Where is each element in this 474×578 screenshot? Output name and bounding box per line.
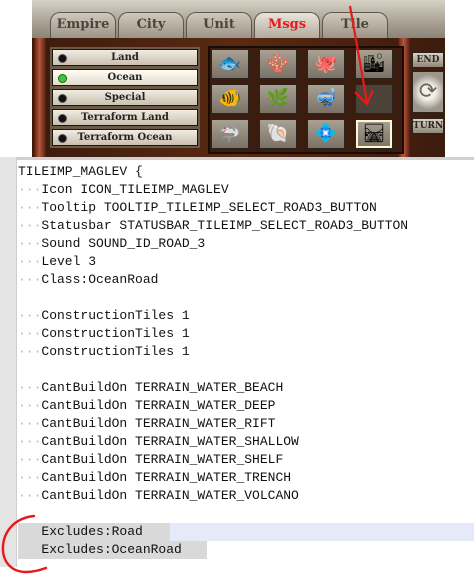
code-line: ···CantBuildOn TERRAIN_WATER_DEEP (18, 398, 276, 413)
whitespace-marker: ··· (18, 488, 42, 503)
whitespace-marker: ··· (18, 416, 42, 431)
editor-gutter (0, 157, 17, 567)
code-line: TILEIMP_MAGLEV { (18, 164, 143, 179)
whitespace-marker: ··· (18, 236, 42, 251)
editor-top-border (0, 157, 474, 160)
code-line: ···ConstructionTiles 1 (18, 326, 190, 341)
whitespace-marker: ··· (18, 182, 42, 197)
code-line: ···CantBuildOn TERRAIN_WATER_TRENCH (18, 470, 292, 485)
whitespace-marker: ··· (18, 218, 42, 233)
game-screenshot: Empire City Unit Msgs Tile Land Ocean Sp… (32, 0, 445, 157)
whitespace-marker: ··· (18, 470, 42, 485)
whitespace-marker: ··· (18, 272, 42, 287)
whitespace-marker: ··· (18, 344, 42, 359)
code-line: ···CantBuildOn TERRAIN_WATER_SHALLOW (18, 434, 299, 449)
whitespace-marker: ··· (18, 254, 42, 269)
code-line: ···CantBuildOn TERRAIN_WATER_BEACH (18, 380, 284, 395)
code-line: ···CantBuildOn TERRAIN_WATER_SHELF (18, 452, 284, 467)
code-line: ···Statusbar STATUSBAR_TILEIMP_SELECT_RO… (18, 218, 409, 233)
whitespace-marker: ··· (18, 398, 42, 413)
annotation-arrow (348, 5, 375, 106)
code-editor[interactable]: TILEIMP_MAGLEV { ···Icon ICON_TILEIMP_MA… (0, 157, 474, 578)
code-line: ···CantBuildOn TERRAIN_WATER_VOLCANO (18, 488, 299, 503)
code-line: ···Tooltip TOOLTIP_TILEIMP_SELECT_ROAD3_… (18, 200, 377, 215)
code-line: ···ConstructionTiles 1 (18, 308, 190, 323)
whitespace-marker: ··· (18, 452, 42, 467)
whitespace-marker: ··· (18, 326, 42, 341)
whitespace-marker: ··· (18, 434, 42, 449)
code-line: ···Icon ICON_TILEIMP_MAGLEV (18, 182, 229, 197)
code-line: ···Class:OceanRoad (18, 272, 159, 287)
code-line: ···ConstructionTiles 1 (18, 344, 190, 359)
code-line: ···Sound SOUND_ID_ROAD_3 (18, 236, 206, 251)
code-line: ···Level 3 (18, 254, 97, 269)
whitespace-marker: ··· (18, 380, 42, 395)
whitespace-marker: ··· (18, 200, 42, 215)
code-line: ···CantBuildOn TERRAIN_WATER_RIFT (18, 416, 276, 431)
annotation-circle (1, 514, 48, 574)
whitespace-marker: ··· (18, 308, 42, 323)
